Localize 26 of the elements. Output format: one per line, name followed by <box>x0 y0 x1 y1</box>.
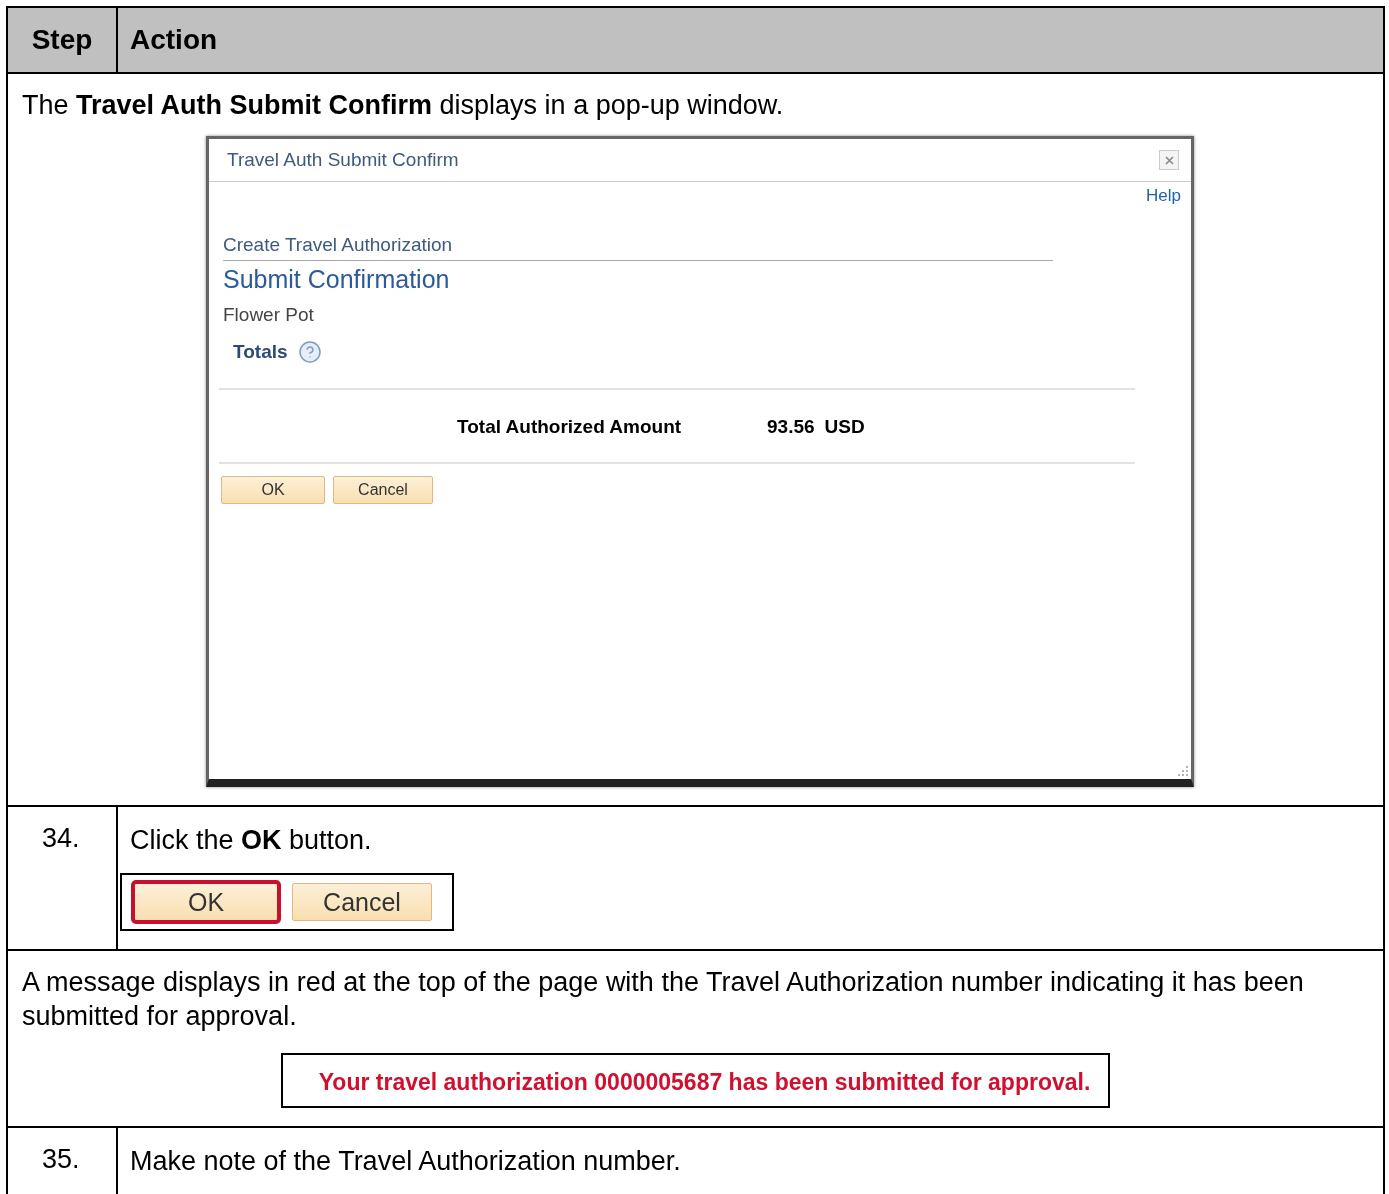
step-number: 35. <box>42 1144 80 1174</box>
cancel-button[interactable]: Cancel <box>333 476 433 504</box>
instruction-text: A message displays in red at the top of the page with the Travel Authorization number indicating it has been submitted for approval. <box>22 966 1305 1033</box>
total-label: Total Authorized Amount <box>457 416 683 438</box>
currency-code: USD <box>824 416 865 438</box>
instruction-text: Make note of the Travel Authorization number. <box>130 1145 682 1178</box>
column-header: Step <box>8 8 118 74</box>
help-icon[interactable] <box>297 340 322 364</box>
step-number: 34. <box>42 823 80 853</box>
close-button[interactable] <box>1159 150 1179 170</box>
section-title: Totals <box>233 341 288 363</box>
help-link[interactable]: Help <box>1146 186 1181 206</box>
instruction-text: Click the OK button. <box>130 824 373 857</box>
ok-button[interactable]: OK <box>221 476 325 504</box>
trip-name: Flower Pot <box>223 304 315 326</box>
resize-grip-icon[interactable] <box>1177 765 1189 777</box>
instruction-text: The Travel Auth Submit Confirm displays in a pop-up window. <box>22 89 785 122</box>
page-heading: Submit Confirmation <box>223 265 451 294</box>
page-breadcrumb: Create Travel Authorization <box>223 234 1053 261</box>
column-header: Action <box>118 8 1383 74</box>
total-amount: 93.56 <box>767 416 815 438</box>
popup-title: Travel Auth Submit Confirm <box>227 149 459 171</box>
close-icon <box>1164 155 1174 165</box>
cancel-button[interactable]: Cancel <box>292 883 432 921</box>
ok-button[interactable]: OK <box>134 883 278 921</box>
confirmation-message: Your travel authorization 0000005687 has been submitted for approval. <box>318 1069 1091 1095</box>
